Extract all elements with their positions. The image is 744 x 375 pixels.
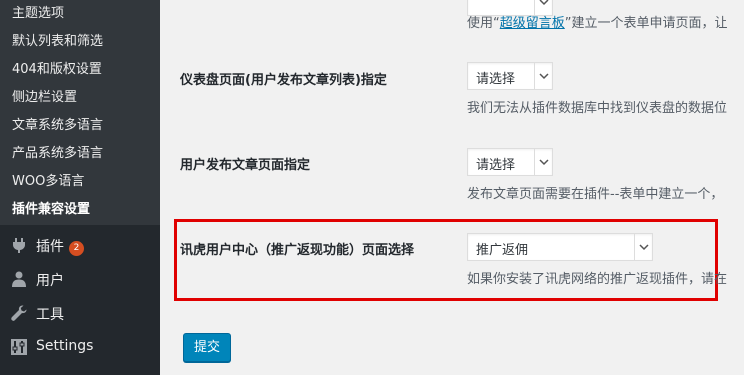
update-count-badge: 2 (69, 241, 84, 256)
wrench-icon (10, 304, 28, 322)
settings-icon (10, 338, 28, 356)
dashboard-page-label: 仪表盘页面(用户发布文章列表)指定 (180, 73, 387, 88)
submenu-item-woo-multilang[interactable]: WOO多语言 (12, 170, 84, 189)
plugins-icon (10, 236, 28, 254)
dashboard-page-select[interactable]: 请选择 (467, 62, 553, 90)
menu-item-label: 用户 (36, 273, 64, 289)
menu-item-plugins[interactable]: 插件 2 (0, 228, 160, 262)
chevron-down-icon (634, 234, 652, 260)
publish-page-select[interactable]: 请选择 (467, 148, 553, 176)
select-value: 请选择 (476, 72, 516, 87)
xunhu-usercenter-label: 讯虎用户中心（推广返现功能）页面选择 (180, 243, 415, 258)
submenu-item-sidebar-settings[interactable]: 侧边栏设置 (12, 86, 77, 105)
submenu-item-404-copyright[interactable]: 404和版权设置 (12, 58, 102, 77)
admin-sidebar: 主题选项 默认列表和筛选 404和版权设置 侧边栏设置 文章系统多语言 产品系统… (0, 0, 160, 375)
menu-item-tools[interactable]: 工具 (0, 296, 160, 330)
submenu-item-theme-options[interactable]: 主题选项 (12, 2, 64, 21)
chevron-down-icon (534, 63, 552, 89)
menu-item-settings[interactable]: Settings (0, 330, 160, 364)
menu-item-label: Settings (36, 338, 94, 354)
select-value: 推广返佣 (476, 243, 529, 258)
chevron-down-icon (534, 149, 552, 175)
settings-content: 使用“超级留言板”建立一个表单申请页面，让 仪表盘页面(用户发布文章列表)指定 … (160, 0, 744, 375)
dashboard-page-description: 我们无法从插件数据库中找到仪表盘的数据位 (467, 101, 728, 116)
select-value: 请选择 (476, 158, 516, 173)
super-guestbook-link[interactable]: 超级留言板 (500, 16, 565, 31)
submenu-item-post-multilang[interactable]: 文章系统多语言 (12, 114, 103, 133)
xunhu-usercenter-select[interactable]: 推广返佣 (467, 233, 653, 261)
publish-page-description: 发布文章页面需要在插件--表单中建立一个， (467, 187, 724, 202)
user-icon (10, 270, 28, 288)
submenu-item-default-list[interactable]: 默认列表和筛选 (12, 30, 103, 49)
submit-button[interactable]: 提交 (183, 333, 231, 362)
menu-item-label: 插件 (36, 239, 64, 255)
xunhu-usercenter-description: 如果你安装了讯虎网络的推广返现插件，请在 (467, 272, 728, 287)
submenu-item-product-multilang[interactable]: 产品系统多语言 (12, 142, 103, 161)
menu-item-users[interactable]: 用户 (0, 262, 160, 296)
publish-page-label: 用户发布文章页面指定 (180, 158, 311, 173)
top-description: 使用“超级留言板”建立一个表单申请页面，让 (467, 16, 728, 31)
settings-submenu: 主题选项 默认列表和筛选 404和版权设置 侧边栏设置 文章系统多语言 产品系统… (0, 0, 160, 225)
submenu-item-plugin-compat[interactable]: 插件兼容设置 (12, 198, 90, 217)
menu-item-label: 工具 (36, 307, 64, 323)
